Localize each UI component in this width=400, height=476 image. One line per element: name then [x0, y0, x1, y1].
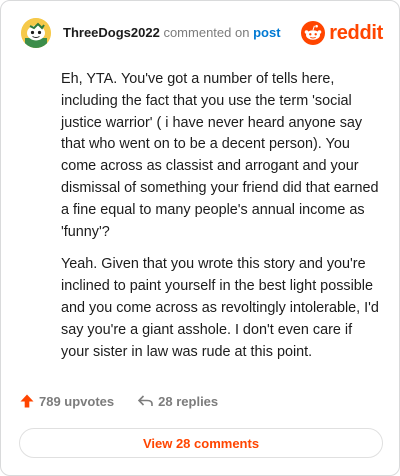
comment-byline: ThreeDogs2022 commented on post [63, 25, 281, 41]
comment-card: ThreeDogs2022 commented on post reddit E… [0, 0, 400, 476]
upvote-arrow-icon [20, 394, 34, 408]
comment-body: Eh, YTA. You've got a number of tells he… [61, 69, 381, 374]
comment-actions: 789 upvotes 28 replies [19, 393, 218, 409]
username[interactable]: ThreeDogs2022 [63, 25, 160, 40]
post-link[interactable]: post [253, 25, 280, 40]
reply-count: 28 replies [158, 393, 219, 409]
reddit-wordmark: reddit [329, 21, 383, 44]
view-comments-button[interactable]: View 28 comments [19, 428, 383, 458]
reddit-logo-icon [301, 21, 326, 45]
replies-button[interactable]: 28 replies [136, 393, 218, 409]
reply-arrow-icon [138, 395, 153, 406]
reddit-brand[interactable]: reddit [301, 21, 383, 45]
comment-paragraph: Eh, YTA. You've got a number of tells he… [61, 71, 379, 240]
commented-on-text: commented on [163, 25, 250, 40]
snoo-avatar-icon [21, 18, 51, 48]
comment-paragraph: Yeah. Given that you wrote this story an… [61, 256, 379, 360]
user-avatar[interactable] [21, 18, 51, 48]
upvote-button[interactable]: 789 upvotes [19, 393, 114, 409]
upvote-count: 789 upvotes [39, 393, 115, 409]
comment-header: ThreeDogs2022 commented on post reddit [21, 15, 383, 51]
